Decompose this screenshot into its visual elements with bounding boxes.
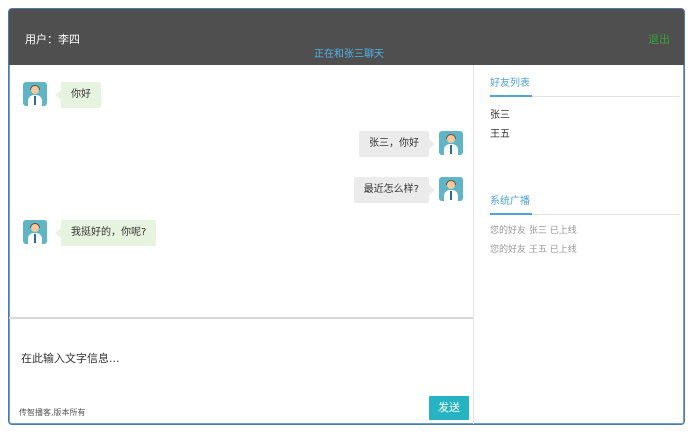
message-bubble: 最近怎么样?	[353, 177, 436, 203]
message-item: 最近怎么样?	[249, 177, 463, 203]
friends-section-title: 好友列表	[490, 78, 530, 89]
chat-main-panel: 你好 张三，你好 最近怎么样? 我挺好的，你呢? 在此输入文字信息... 传智播…	[9, 65, 474, 424]
exit-link[interactable]: 退出	[648, 31, 670, 47]
broadcast-section-divider	[490, 213, 680, 215]
user-avatar-icon	[439, 177, 463, 201]
friend-list-item[interactable]: 张三	[490, 106, 510, 121]
chat-window: 用户：李四 正在和张三聊天 退出 你好 张三，你好 最近怎么样? 我挺好的，你呢…	[8, 8, 685, 425]
user-avatar-icon	[23, 220, 47, 244]
message-item: 我挺好的，你呢?	[23, 220, 263, 246]
user-avatar-icon	[439, 131, 463, 155]
message-bubble: 你好	[55, 82, 101, 108]
message-bubble: 张三，你好	[359, 131, 435, 157]
message-bubble: 我挺好的，你呢?	[54, 220, 157, 246]
friend-list-item[interactable]: 王五	[490, 125, 510, 140]
message-list[interactable]: 你好 张三，你好 最近怎么样? 我挺好的，你呢?	[9, 65, 473, 317]
composer: 传智播客,版本所有 发送	[9, 317, 473, 424]
message-item: 你好	[23, 82, 223, 108]
header-bar: 用户：李四 正在和张三聊天 退出	[9, 9, 684, 65]
current-user-label: 用户：李四	[25, 33, 80, 46]
message-item: 张三，你好	[249, 131, 463, 157]
broadcast-section-title: 系统广播	[490, 196, 530, 207]
broadcast-item: 您的好友 张三 已上线	[490, 226, 577, 236]
sidebar: 好友列表 张三 王五 系统广播 您的好友 张三 已上线 您的好友 王五 已上线	[474, 65, 684, 424]
friends-section-divider	[490, 95, 680, 97]
message-input[interactable]	[19, 345, 463, 371]
chat-status-text: 正在和张三聊天	[314, 49, 384, 60]
broadcast-item: 您的好友 王五 已上线	[490, 245, 577, 255]
user-avatar-icon	[23, 82, 47, 106]
send-button[interactable]: 发送	[429, 396, 469, 420]
copyright-text: 传智播客,版本所有	[19, 408, 86, 417]
